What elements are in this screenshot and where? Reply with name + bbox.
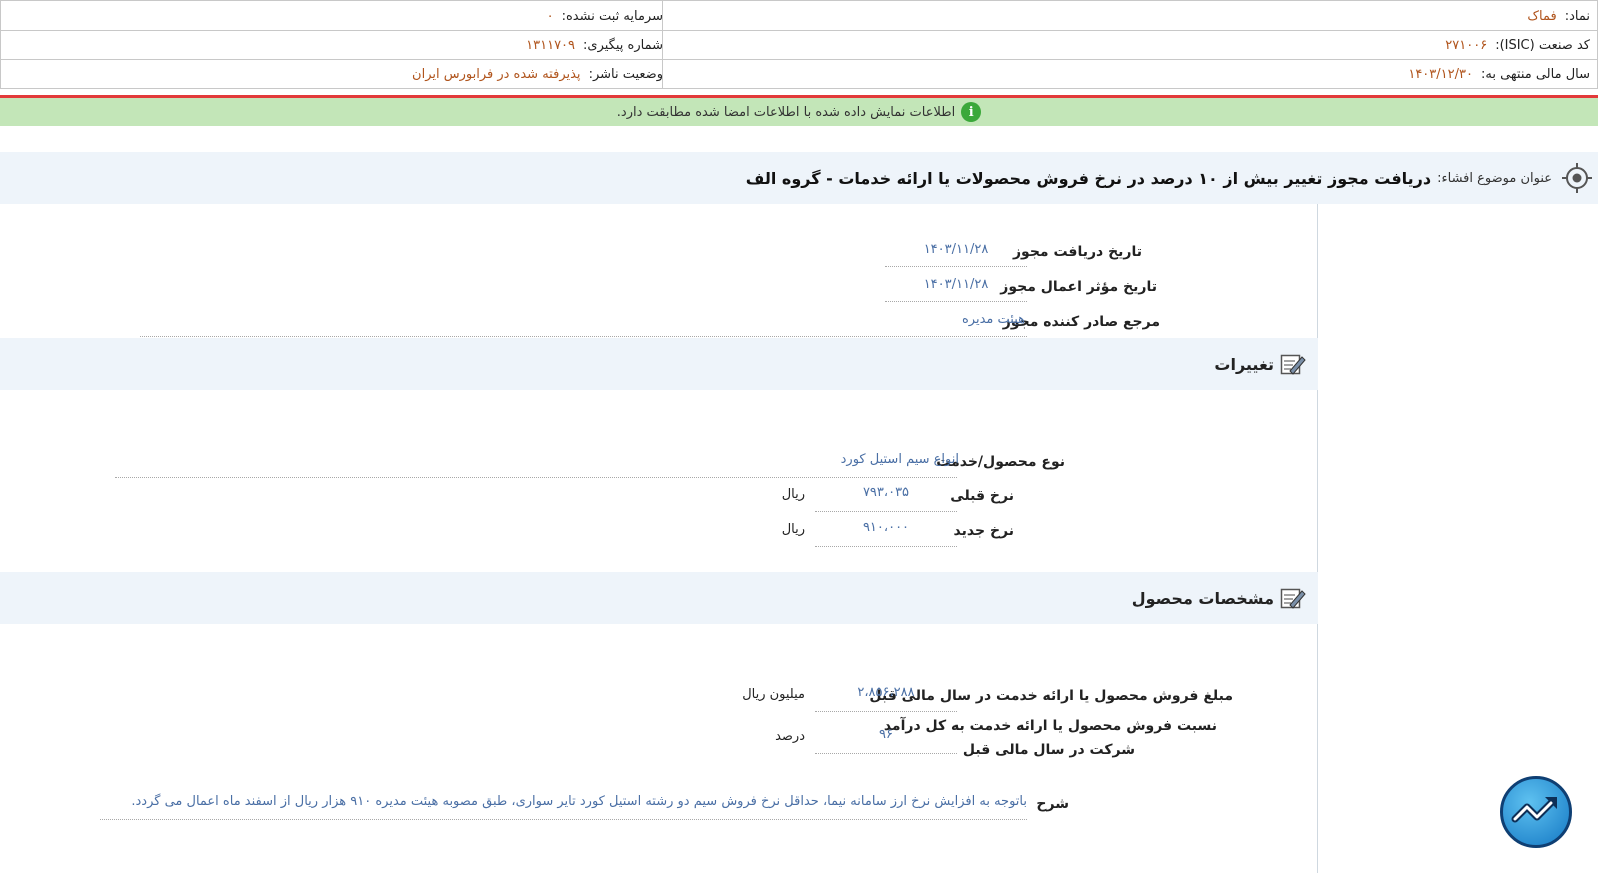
previous-rate-unit: ریال bbox=[781, 487, 805, 502]
disclosure-title: دریافت مجوز تغییر بیش از ۱۰ درصد در نرخ … bbox=[745, 168, 1432, 188]
prior-year-sales-unit: میلیون ریال bbox=[742, 687, 805, 702]
isic-cell: کد صنعت (ISIC): ۲۷۱۰۰۶ bbox=[1445, 31, 1590, 59]
new-rate-label: نرخ جدید bbox=[953, 523, 1014, 539]
description-label: شرح bbox=[1036, 796, 1069, 812]
sales-ratio-dots bbox=[815, 753, 957, 754]
issuer-dots bbox=[140, 336, 1027, 337]
symbol-label: نماد: bbox=[1564, 8, 1590, 24]
product-specs-section-header: مشخصات محصول bbox=[0, 572, 1318, 624]
publisher-status-label: وضعیت ناشر: bbox=[588, 66, 663, 82]
tracking-value: ۱۳۱۱۷۰۹ bbox=[526, 37, 576, 53]
changes-section-title: تغییرات bbox=[1214, 354, 1274, 374]
issuer-label: مرجع صادر کننده مجوز bbox=[1002, 314, 1160, 330]
trend-arrow-icon bbox=[1511, 797, 1557, 823]
notice-text: اطلاعات نمایش داده شده با اطلاعات امضا ش… bbox=[616, 104, 956, 120]
product-type-value: انواع سیم استیل کورد bbox=[840, 452, 959, 467]
verification-notice: i اطلاعات نمایش داده شده با اطلاعات امضا… bbox=[0, 98, 1598, 126]
fiscal-year-value: ۱۴۰۳/۱۲/۳۰ bbox=[1408, 66, 1473, 82]
previous-rate-label: نرخ قبلی bbox=[950, 488, 1014, 504]
fiscal-year-label: سال مالی منتهی به: bbox=[1480, 66, 1590, 82]
previous-rate-dots bbox=[815, 511, 957, 512]
symbol-value: فماک bbox=[1527, 8, 1557, 24]
sales-ratio-unit: درصد bbox=[775, 729, 805, 744]
product-specs-section-title: مشخصات محصول bbox=[1131, 588, 1274, 608]
isic-value: ۲۷۱۰۰۶ bbox=[1445, 37, 1488, 53]
edit-icon bbox=[1280, 354, 1306, 375]
disclosure-title-bar: عنوان موضوع افشاء: دریافت مجوز تغییر بیش… bbox=[0, 152, 1598, 204]
symbol-cell: نماد: فماک bbox=[1527, 2, 1590, 30]
received-date-value: ۱۴۰۳/۱۱/۲۸ bbox=[923, 242, 989, 257]
capital-label: سرمایه ثبت نشده: bbox=[561, 8, 663, 24]
received-date-label: تاریخ دریافت مجوز bbox=[1012, 244, 1142, 260]
changes-section-header: تغییرات bbox=[0, 338, 1318, 390]
issuer-value: هیئت مدیره bbox=[962, 312, 1025, 327]
info-row: نماد: فماک سرمایه ثبت نشده: ۰ bbox=[0, 2, 1598, 31]
tracking-cell: شماره پیگیری: ۱۳۱۱۷۰۹ bbox=[526, 31, 663, 59]
publisher-status-cell: وضعیت ناشر: پذیرفته شده در فرابورس ایران bbox=[412, 60, 663, 88]
received-date-dots bbox=[885, 266, 1027, 267]
info-row: کد صنعت (ISIC): ۲۷۱۰۰۶ شماره پیگیری: ۱۳۱… bbox=[0, 31, 1598, 60]
effective-date-dots bbox=[885, 301, 1027, 302]
header-info-table: نماد: فماک سرمایه ثبت نشده: ۰ کد صنعت (I… bbox=[0, 0, 1598, 89]
description-value: باتوجه به افزایش نرخ ارز سامانه نیما، حد… bbox=[131, 794, 1027, 809]
disclosure-content: تاریخ دریافت مجوز ۱۴۰۳/۱۱/۲۸ تاریخ مؤثر … bbox=[0, 204, 1318, 873]
publisher-status-value: پذیرفته شده در فرابورس ایران bbox=[412, 66, 581, 82]
disclosure-subject-label: عنوان موضوع افشاء: bbox=[1437, 170, 1552, 186]
edit-icon bbox=[1280, 588, 1306, 609]
new-rate-value: ۹۱۰،۰۰۰ bbox=[862, 520, 910, 535]
prior-year-sales-dots bbox=[815, 711, 957, 712]
description-dots bbox=[100, 819, 1027, 820]
target-icon bbox=[1562, 163, 1592, 193]
isic-label: کد صنعت (ISIC): bbox=[1495, 37, 1590, 53]
chart-logo-icon[interactable] bbox=[1500, 776, 1572, 848]
info-icon: i bbox=[961, 102, 982, 122]
product-type-dots bbox=[115, 477, 957, 478]
info-row: سال مالی منتهی به: ۱۴۰۳/۱۲/۳۰ وضعیت ناشر… bbox=[0, 60, 1598, 89]
new-rate-dots bbox=[815, 546, 957, 547]
tracking-label: شماره پیگیری: bbox=[583, 37, 663, 53]
sales-ratio-label-line2: شرکت در سال مالی قبل bbox=[962, 742, 1135, 758]
fiscal-year-cell: سال مالی منتهی به: ۱۴۰۳/۱۲/۳۰ bbox=[1408, 60, 1590, 88]
new-rate-unit: ریال bbox=[781, 522, 805, 537]
previous-rate-value: ۷۹۳،۰۳۵ bbox=[862, 485, 910, 500]
effective-date-value: ۱۴۰۳/۱۱/۲۸ bbox=[923, 277, 989, 292]
prior-year-sales-value: ۲،۸۵۶،۲۸۸ bbox=[857, 685, 915, 700]
sales-ratio-value: ۹۶ bbox=[879, 727, 893, 742]
capital-value: ۰ bbox=[546, 8, 554, 24]
capital-cell: سرمایه ثبت نشده: ۰ bbox=[547, 2, 663, 30]
